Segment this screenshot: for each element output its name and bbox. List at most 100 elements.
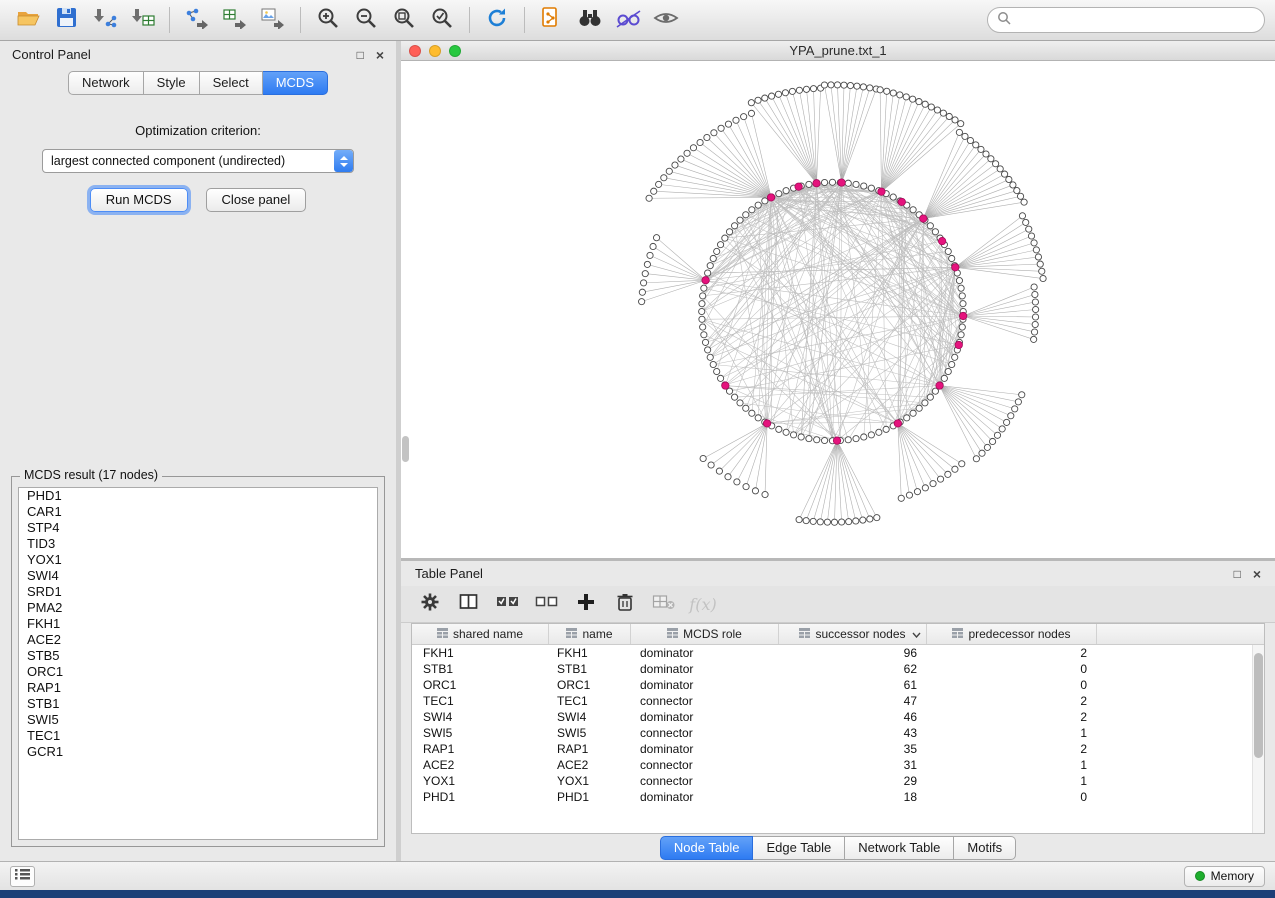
close-panel-icon[interactable]: × <box>376 48 384 62</box>
network-node[interactable] <box>962 133 968 139</box>
network-node[interactable] <box>884 88 890 94</box>
network-node[interactable] <box>741 114 747 120</box>
network-node[interactable] <box>945 368 951 374</box>
network-node[interactable] <box>755 202 761 208</box>
network-node[interactable] <box>867 85 873 91</box>
import-table-button[interactable] <box>124 4 160 36</box>
column-visibility-button[interactable] <box>454 590 484 618</box>
network-node[interactable] <box>737 217 743 223</box>
table-row[interactable]: ACE2ACE2connector311 <box>412 757 1252 773</box>
network-node[interactable] <box>949 361 955 367</box>
cell-name[interactable]: RAP1 <box>549 742 631 756</box>
network-node[interactable] <box>853 181 859 187</box>
network-node[interactable] <box>868 432 874 438</box>
network-node[interactable] <box>768 93 774 99</box>
network-node[interactable] <box>997 166 1003 172</box>
network-vertical-scrollbar[interactable] <box>401 61 410 558</box>
network-node[interactable] <box>731 394 737 400</box>
cell-successor-nodes[interactable]: 31 <box>779 758 927 772</box>
network-node[interactable] <box>700 324 706 330</box>
network-node[interactable] <box>678 156 684 162</box>
cell-mcds-role[interactable]: dominator <box>631 662 779 676</box>
table-vertical-scrollbar[interactable] <box>1252 645 1264 833</box>
network-node[interactable] <box>1037 261 1043 267</box>
network-node[interactable] <box>958 332 964 338</box>
network-node[interactable] <box>940 110 946 116</box>
network-node[interactable] <box>958 121 964 127</box>
network-node[interactable] <box>717 375 723 381</box>
network-node[interactable] <box>824 519 830 525</box>
mcds-result-item[interactable]: YOX1 <box>19 552 377 568</box>
search-input[interactable] <box>1017 13 1255 28</box>
cell-mcds-role[interactable]: connector <box>631 774 779 788</box>
network-node[interactable] <box>1031 240 1037 246</box>
table-row[interactable]: YOX1YOX1connector291 <box>412 773 1252 789</box>
network-node-dominator[interactable] <box>702 277 709 284</box>
network-node[interactable] <box>1012 406 1018 412</box>
mcds-result-item[interactable]: FKH1 <box>19 616 377 632</box>
cell-mcds-role[interactable]: connector <box>631 694 779 708</box>
network-node-dominator[interactable] <box>722 382 729 389</box>
network-node[interactable] <box>959 461 965 467</box>
network-node[interactable] <box>867 516 873 522</box>
network-node[interactable] <box>783 188 789 194</box>
cell-predecessor-nodes[interactable]: 2 <box>927 694 1097 708</box>
network-node[interactable] <box>647 252 653 258</box>
network-node[interactable] <box>983 151 989 157</box>
network-node[interactable] <box>910 410 916 416</box>
network-node[interactable] <box>1031 284 1037 290</box>
network-node[interactable] <box>979 450 985 456</box>
cell-successor-nodes[interactable]: 61 <box>779 678 927 692</box>
cell-predecessor-nodes[interactable]: 1 <box>927 758 1097 772</box>
network-node[interactable] <box>755 97 761 103</box>
network-node[interactable] <box>1019 213 1025 219</box>
network-node[interactable] <box>910 96 916 102</box>
cell-predecessor-nodes[interactable]: 2 <box>927 710 1097 724</box>
cell-successor-nodes[interactable]: 43 <box>779 726 927 740</box>
network-node[interactable] <box>934 107 940 113</box>
network-node[interactable] <box>1039 268 1045 274</box>
network-node[interactable] <box>834 82 840 88</box>
mcds-result-item[interactable]: SRD1 <box>19 584 377 600</box>
network-node[interactable] <box>831 519 837 525</box>
network-node[interactable] <box>1035 254 1041 260</box>
network-node[interactable] <box>714 248 720 254</box>
table-row[interactable]: PHD1PHD1dominator180 <box>412 789 1252 805</box>
network-node[interactable] <box>705 347 711 353</box>
network-node[interactable] <box>967 137 973 143</box>
network-node[interactable] <box>945 248 951 254</box>
cell-predecessor-nodes[interactable]: 0 <box>927 678 1097 692</box>
network-node[interactable] <box>916 99 922 105</box>
export-network-button[interactable] <box>179 4 215 36</box>
network-node[interactable] <box>690 145 696 151</box>
network-node[interactable] <box>821 179 827 185</box>
network-node[interactable] <box>841 82 847 88</box>
network-node[interactable] <box>828 82 834 88</box>
network-node-dominator[interactable] <box>833 437 840 444</box>
network-node-dominator[interactable] <box>898 198 905 205</box>
cell-shared-name[interactable]: STB1 <box>412 662 549 676</box>
network-node-dominator[interactable] <box>952 264 959 271</box>
network-node[interactable] <box>876 429 882 435</box>
network-node[interactable] <box>1032 321 1038 327</box>
table-row[interactable]: RAP1RAP1dominator352 <box>412 741 1252 757</box>
cell-mcds-role[interactable]: connector <box>631 758 779 772</box>
network-node[interactable] <box>810 518 816 524</box>
task-history-button[interactable] <box>10 866 35 887</box>
network-node[interactable] <box>868 185 874 191</box>
network-node[interactable] <box>829 179 835 185</box>
network-node[interactable] <box>1033 306 1039 312</box>
cell-predecessor-nodes[interactable]: 1 <box>927 726 1097 740</box>
mcds-result-item[interactable]: STB1 <box>19 696 377 712</box>
table-row[interactable]: STB1STB1dominator620 <box>412 661 1252 677</box>
network-node[interactable] <box>806 436 812 442</box>
network-node[interactable] <box>672 162 678 168</box>
network-node[interactable] <box>725 121 731 127</box>
export-document-button[interactable] <box>534 4 570 36</box>
network-node[interactable] <box>776 191 782 197</box>
export-table-button[interactable] <box>217 4 253 36</box>
network-node[interactable] <box>653 235 659 241</box>
network-node[interactable] <box>710 361 716 367</box>
network-node[interactable] <box>650 243 656 249</box>
network-node[interactable] <box>845 180 851 186</box>
